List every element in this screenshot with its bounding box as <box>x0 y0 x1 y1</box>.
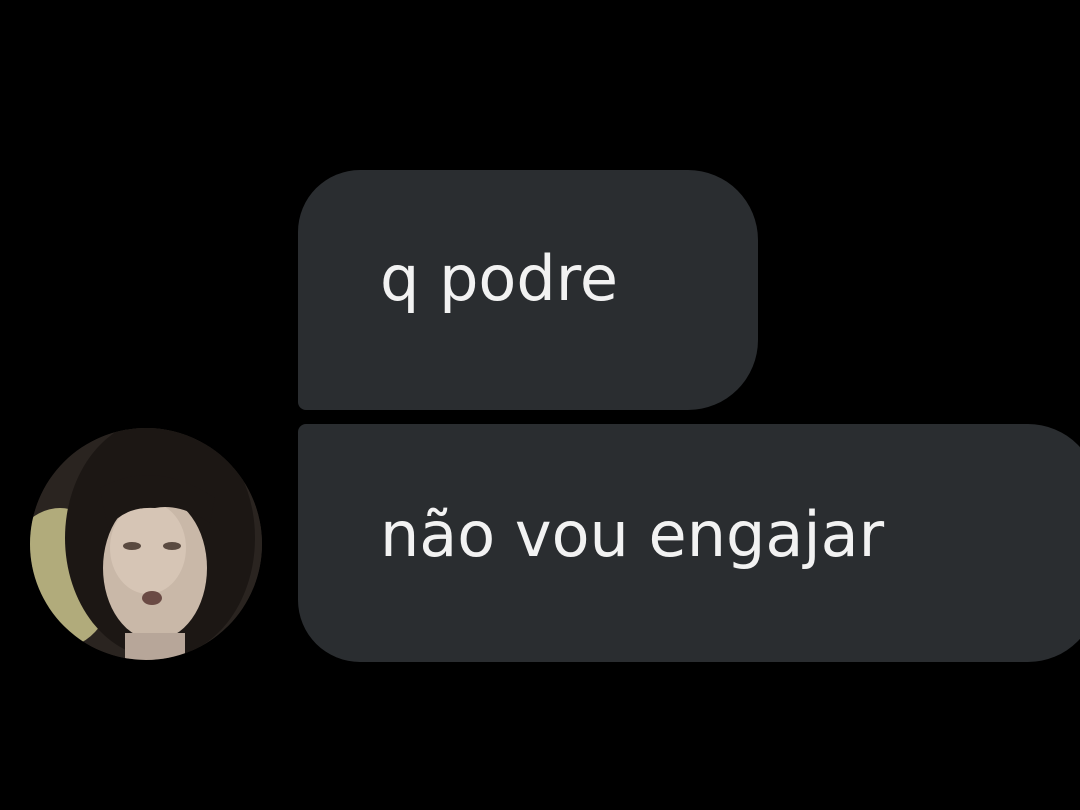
message-text: q podre <box>380 242 618 315</box>
message-thread: q podre não vou engajar <box>0 0 1080 810</box>
message-text: não vou engajar <box>380 498 885 571</box>
chat-screen: q podre não vou engajar <box>0 0 1080 810</box>
message-bubble[interactable]: não vou engajar <box>298 424 1080 662</box>
sender-avatar[interactable] <box>30 428 262 660</box>
user-avatar-photo-icon <box>30 428 262 660</box>
message-bubble[interactable]: q podre <box>298 170 758 410</box>
